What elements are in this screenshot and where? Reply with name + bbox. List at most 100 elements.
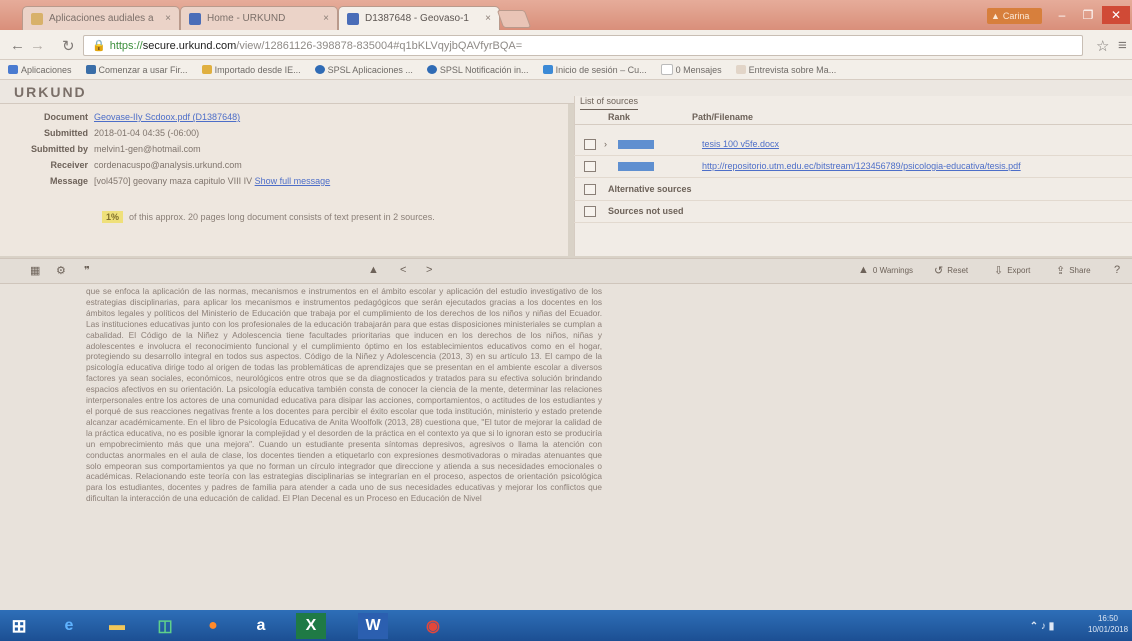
menu-icon[interactable]: ≡ bbox=[1118, 37, 1127, 54]
warning-icon: ▲ bbox=[991, 11, 1000, 21]
tab-list-of-sources[interactable]: List of sources bbox=[580, 96, 639, 110]
url-domain: secure.urkund.com bbox=[142, 39, 237, 52]
taskbar-clock[interactable]: 16:50 10/01/2018 bbox=[1088, 613, 1128, 635]
folder-icon bbox=[201, 65, 212, 74]
export-label: Export bbox=[1007, 266, 1031, 275]
back-arrow-icon[interactable]: ← bbox=[10, 37, 25, 54]
nav-next-button[interactable]: > bbox=[426, 264, 432, 276]
source-checkbox[interactable] bbox=[584, 138, 596, 150]
lock-icon: 🔒 bbox=[92, 40, 106, 52]
warnings-button[interactable]: ▲ 0 Warnings bbox=[858, 264, 913, 276]
grid-view-icon[interactable]: ▦ bbox=[30, 264, 40, 277]
column-header-rank: Rank bbox=[608, 112, 631, 122]
nav-up-button[interactable]: ▲ bbox=[368, 264, 379, 276]
help-icon[interactable]: ? bbox=[1114, 264, 1120, 276]
meta-value: melvin1-gen@hotmail.com bbox=[94, 144, 201, 154]
bookmark-icon bbox=[85, 65, 96, 74]
windows-start-icon[interactable]: ⊞ bbox=[4, 613, 34, 639]
export-icon: ⇩ bbox=[994, 265, 1004, 277]
internet-explorer-icon[interactable]: e bbox=[54, 613, 84, 639]
bookmark-item[interactable]: Comenzar a usar Fir... bbox=[85, 64, 188, 75]
source-path-link[interactable]: tesis 100 v5fe.docx bbox=[702, 139, 779, 149]
sources-table-header: Rank Path/Filename bbox=[574, 112, 1132, 125]
bookmark-item[interactable]: 0 Mensajes bbox=[660, 64, 722, 75]
nav-prev-button[interactable]: < bbox=[400, 264, 406, 276]
outlook-icon bbox=[542, 65, 553, 74]
alternative-sources-label: Alternative sources bbox=[608, 184, 692, 194]
similarity-score-badge: 1% bbox=[102, 211, 124, 223]
excel-icon[interactable]: X bbox=[296, 613, 326, 639]
bookmark-label: Aplicaciones bbox=[21, 64, 72, 75]
url-scheme: https:// bbox=[109, 39, 143, 52]
minimize-button[interactable]: – bbox=[1050, 6, 1074, 24]
address-bar[interactable]: 🔒 https:// secure.urkund.com /view/12861… bbox=[83, 35, 1083, 56]
warnings-label: 0 Warnings bbox=[872, 265, 914, 275]
source-row[interactable]: http://repositorio.utm.edu.ec/bitstream/… bbox=[574, 155, 1132, 178]
rank-bar bbox=[618, 161, 654, 171]
meta-row-submitted-by: Submitted by melvin1-gen@hotmail.com bbox=[0, 144, 568, 159]
browser-tab-active[interactable]: D1387648 - Geovaso-1 × bbox=[338, 6, 500, 30]
urkund-logo: URKUND bbox=[14, 84, 87, 100]
profile-name: Carina bbox=[1002, 11, 1030, 21]
reset-button[interactable]: ↺ Reset bbox=[934, 264, 968, 277]
bookmark-item[interactable]: Aplicaciones bbox=[8, 65, 72, 75]
close-window-button[interactable]: ✕ bbox=[1102, 6, 1130, 24]
show-full-message-link[interactable]: Show full message bbox=[255, 176, 331, 186]
meta-label: Receiver bbox=[50, 160, 88, 170]
share-button[interactable]: ⇪ Share bbox=[1056, 264, 1091, 277]
forward-arrow-icon[interactable]: → bbox=[30, 37, 45, 54]
quote-icon[interactable]: ❞ bbox=[84, 264, 90, 277]
bookmark-label: 0 Mensajes bbox=[675, 64, 722, 75]
globe-icon bbox=[314, 65, 325, 74]
reload-icon[interactable]: ↻ bbox=[62, 37, 75, 55]
clock-date: 10/01/2018 bbox=[1088, 625, 1129, 634]
share-icon: ⇪ bbox=[1056, 265, 1066, 277]
similarity-description: of this approx. 20 pages long document c… bbox=[129, 212, 435, 222]
bookmark-star-icon[interactable]: ☆ bbox=[1096, 37, 1109, 55]
apps-grid-icon bbox=[8, 65, 18, 74]
amazon-icon[interactable]: a bbox=[246, 613, 276, 639]
word-icon[interactable]: W bbox=[358, 613, 388, 639]
bookmark-label: SPSL Notificación in... bbox=[439, 64, 529, 75]
tab-close-icon[interactable]: × bbox=[479, 13, 491, 24]
file-explorer-icon[interactable]: ▬ bbox=[102, 613, 132, 639]
bookmark-item[interactable]: Importado desde IE... bbox=[201, 64, 301, 75]
bookmark-label: Importado desde IE... bbox=[214, 64, 301, 75]
warning-icon: ▲ bbox=[858, 264, 869, 276]
bookmark-label: Entrevista sobre Ma... bbox=[748, 64, 837, 75]
bookmark-item[interactable]: Entrevista sobre Ma... bbox=[735, 64, 837, 75]
bookmark-item[interactable]: SPSL Aplicaciones ... bbox=[314, 64, 413, 75]
bookmark-item[interactable]: Inicio de sesión – Cu... bbox=[542, 65, 647, 75]
system-tray-icons[interactable]: ⌃ ♪ ▮ bbox=[1012, 613, 1072, 639]
source-row[interactable]: › tesis 100 v5fe.docx bbox=[574, 133, 1132, 156]
settings-icon[interactable]: ⚙ bbox=[56, 264, 66, 277]
firefox-icon[interactable]: ● bbox=[198, 613, 228, 639]
tab-close-icon[interactable]: × bbox=[317, 13, 329, 24]
store-icon[interactable]: ◫ bbox=[150, 613, 180, 639]
column-header-path: Path/Filename bbox=[692, 112, 754, 122]
maximize-button[interactable]: ❐ bbox=[1076, 6, 1100, 24]
bookmark-label: SPSL Aplicaciones ... bbox=[327, 64, 413, 75]
bookmark-item[interactable]: SPSL Notificación in... bbox=[426, 64, 529, 75]
source-path-link[interactable]: http://repositorio.utm.edu.ec/bitstream/… bbox=[702, 161, 1021, 171]
export-button[interactable]: ⇩ Export bbox=[994, 264, 1030, 277]
browser-tab[interactable]: Aplicaciones audiales a × bbox=[22, 6, 180, 30]
bookmark-label: Comenzar a usar Fir... bbox=[98, 64, 188, 75]
source-group-row[interactable]: Alternative sources bbox=[574, 178, 1132, 201]
source-group-checkbox[interactable] bbox=[584, 205, 596, 217]
source-group-checkbox[interactable] bbox=[584, 183, 596, 195]
browser-tab[interactable]: Home - URKUND × bbox=[180, 6, 338, 30]
document-link[interactable]: Geovase-IIy Scdoox.pdf (D1387648) bbox=[94, 112, 240, 127]
source-checkbox[interactable] bbox=[584, 160, 596, 172]
similarity-summary: 1% of this approx. 20 pages long documen… bbox=[102, 211, 435, 223]
chrome-icon[interactable]: ◉ bbox=[418, 613, 448, 639]
tab-close-icon[interactable]: × bbox=[159, 13, 171, 24]
clock-time: 16:50 bbox=[1097, 614, 1119, 623]
profile-badge[interactable]: ▲ Carina bbox=[987, 8, 1042, 24]
meta-label: Message bbox=[49, 176, 88, 186]
expand-arrow-icon[interactable]: › bbox=[604, 139, 616, 149]
meta-label: Submitted bbox=[44, 128, 88, 138]
page-icon bbox=[735, 65, 746, 74]
page-icon bbox=[660, 64, 673, 75]
source-group-row[interactable]: Sources not used bbox=[574, 200, 1132, 223]
